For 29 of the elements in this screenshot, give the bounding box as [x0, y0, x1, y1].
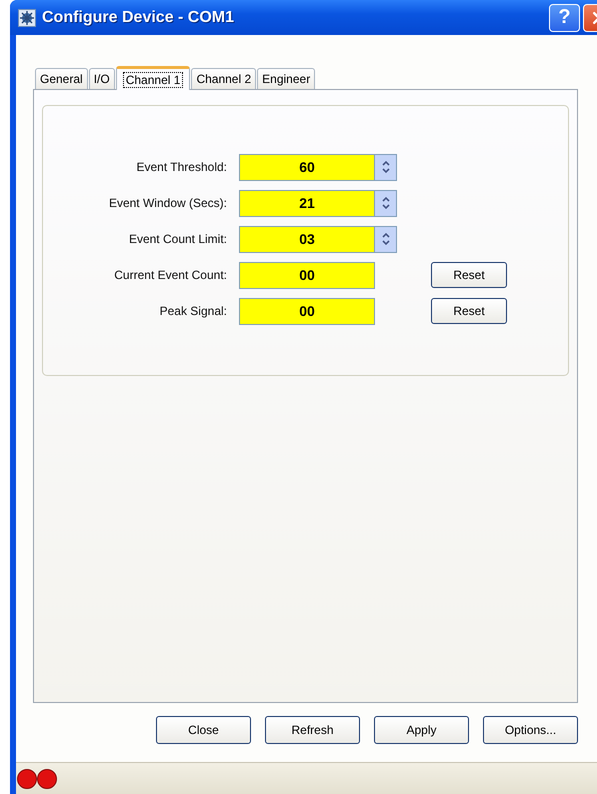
tab[interactable]: Engineer [257, 68, 316, 89]
field-label: Peak Signal: [158, 304, 228, 318]
value-field[interactable]: 00 [239, 298, 375, 324]
up-down-arrows-icon [380, 195, 390, 211]
up-down-arrows-icon [380, 159, 390, 175]
app-icon [18, 8, 36, 26]
reset-button[interactable]: Reset [431, 298, 507, 324]
field-label: Event Window (Secs): [108, 196, 228, 210]
field-label: Current Event Count: [113, 268, 228, 282]
spin-button[interactable] [375, 190, 397, 216]
dialog-button[interactable]: Close [156, 716, 251, 744]
tab[interactable]: Channel 1 [116, 66, 190, 90]
up-down-arrows-icon [380, 231, 390, 247]
tab[interactable]: General [35, 68, 88, 89]
tab[interactable]: Channel 2 [191, 68, 256, 89]
reset-button[interactable]: Reset [431, 262, 507, 288]
value-field[interactable]: 21 [239, 190, 375, 216]
window-title: Configure Device - COM1 [42, 8, 236, 26]
field-label: Event Threshold: [136, 160, 228, 174]
spin-button[interactable] [375, 154, 397, 180]
value-field[interactable]: 03 [239, 226, 375, 252]
dialog-button[interactable]: Options... [483, 716, 578, 744]
value-field[interactable]: 60 [239, 154, 375, 180]
tab[interactable]: I/O [88, 68, 115, 89]
spin-button[interactable] [375, 226, 397, 252]
field-label: Event Count Limit: [128, 232, 228, 246]
dialog-button[interactable]: Refresh [265, 716, 360, 744]
dialog-button[interactable]: Apply [374, 716, 469, 744]
value-field[interactable]: 00 [239, 262, 375, 288]
